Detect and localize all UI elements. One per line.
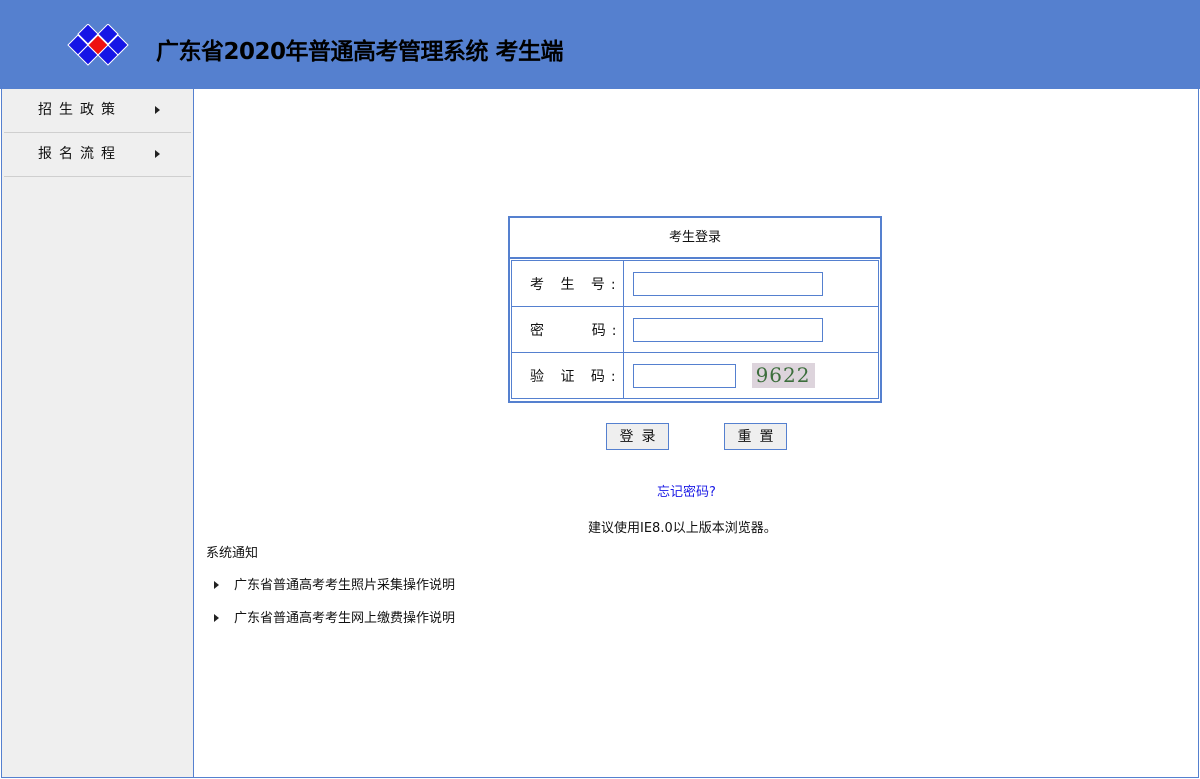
caret-right-icon [155, 150, 160, 158]
notice-item-label: 广东省普通高考考生照片采集操作说明 [234, 578, 456, 593]
sidebar-item-label: 报名流程 [38, 146, 122, 162]
exam-no-label: 考 生 号: [511, 260, 624, 307]
password-input[interactable] [632, 317, 823, 342]
sidebar-item-label: 招生政策 [38, 102, 122, 118]
reset-button[interactable]: 重置 [724, 423, 787, 450]
browser-tip: 建议使用IE8.0以上版本浏览器。 [588, 521, 777, 536]
captcha-image[interactable]: 9622 [751, 363, 815, 388]
login-title: 考生登录 [510, 218, 880, 259]
login-form: 考生登录 考 生 号: 密 码: 验 证 码: 9622 [508, 216, 882, 403]
exam-no-input[interactable] [632, 271, 823, 296]
caret-right-icon [214, 581, 219, 589]
sidebar: 招生政策 报名流程 [1, 89, 194, 778]
logo-icon [67, 24, 129, 66]
notice-item[interactable]: 广东省普通高考考生网上缴费操作说明 [214, 607, 455, 626]
captcha-label: 验 证 码: [511, 352, 624, 399]
forgot-password-link[interactable]: 忘记密码? [657, 481, 716, 500]
main-content [193, 89, 1199, 778]
sidebar-item-admission-policy[interactable]: 招生政策 [4, 89, 191, 133]
sidebar-item-registration-process[interactable]: 报名流程 [4, 133, 191, 177]
notice-item[interactable]: 广东省普通高考考生照片采集操作说明 [214, 574, 455, 593]
page-title: 广东省2020年普通高考管理系统 考生端 [156, 39, 564, 65]
captcha-input[interactable] [632, 363, 736, 388]
caret-right-icon [214, 614, 219, 622]
header: 广东省2020年普通高考管理系统 考生端 [0, 0, 1200, 89]
caret-right-icon [155, 106, 160, 114]
password-label: 密 码: [511, 306, 624, 353]
login-button[interactable]: 登录 [606, 423, 669, 450]
notice-title: 系统通知 [206, 546, 259, 561]
notice-item-label: 广东省普通高考考生网上缴费操作说明 [234, 611, 456, 626]
